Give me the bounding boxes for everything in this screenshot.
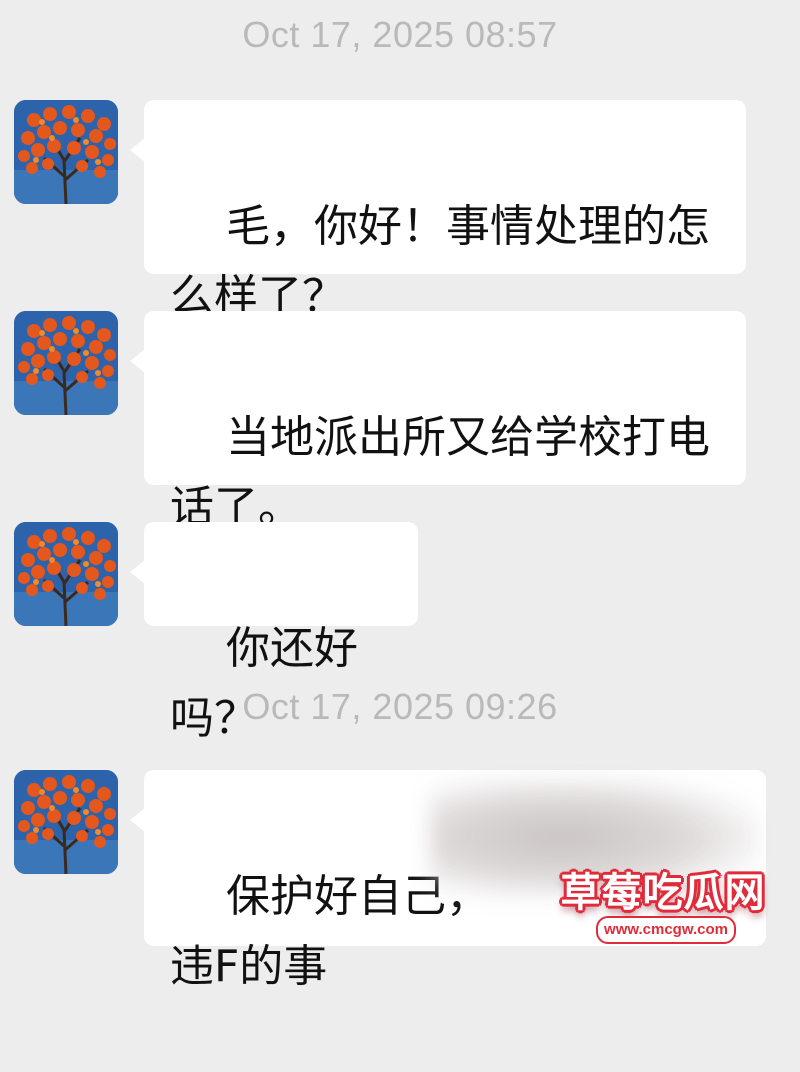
- site-watermark: 草莓吃瓜网 www.cmcgw.com: [548, 860, 778, 950]
- message-bubble[interactable]: 毛，你好！事情处理的怎 么样了？: [130, 100, 746, 322]
- timestamp-divider: Oct 17, 2025 09:26: [0, 686, 800, 728]
- watermark-url: www.cmcgw.com: [596, 916, 736, 944]
- persimmon-tree-avatar-icon[interactable]: [14, 100, 118, 204]
- message-bubble[interactable]: 当地派出所又给学校打电 话了。: [130, 311, 746, 533]
- persimmon-tree-avatar-icon[interactable]: [14, 770, 118, 874]
- message-text: 当地派出所又给学校打电 话了。: [170, 412, 710, 533]
- timestamp-divider: Oct 17, 2025 08:57: [0, 14, 800, 56]
- persimmon-tree-avatar-icon[interactable]: [14, 311, 118, 415]
- message-bubble[interactable]: 你还好吗？: [130, 522, 418, 744]
- timestamp-text: Oct 17, 2025 08:57: [242, 14, 558, 55]
- message-text: 毛，你好！事情处理的怎 么样了？: [170, 201, 710, 322]
- persimmon-tree-avatar-icon[interactable]: [14, 522, 118, 626]
- timestamp-text: Oct 17, 2025 09:26: [242, 686, 558, 727]
- watermark-title: 草莓吃瓜网: [560, 870, 766, 916]
